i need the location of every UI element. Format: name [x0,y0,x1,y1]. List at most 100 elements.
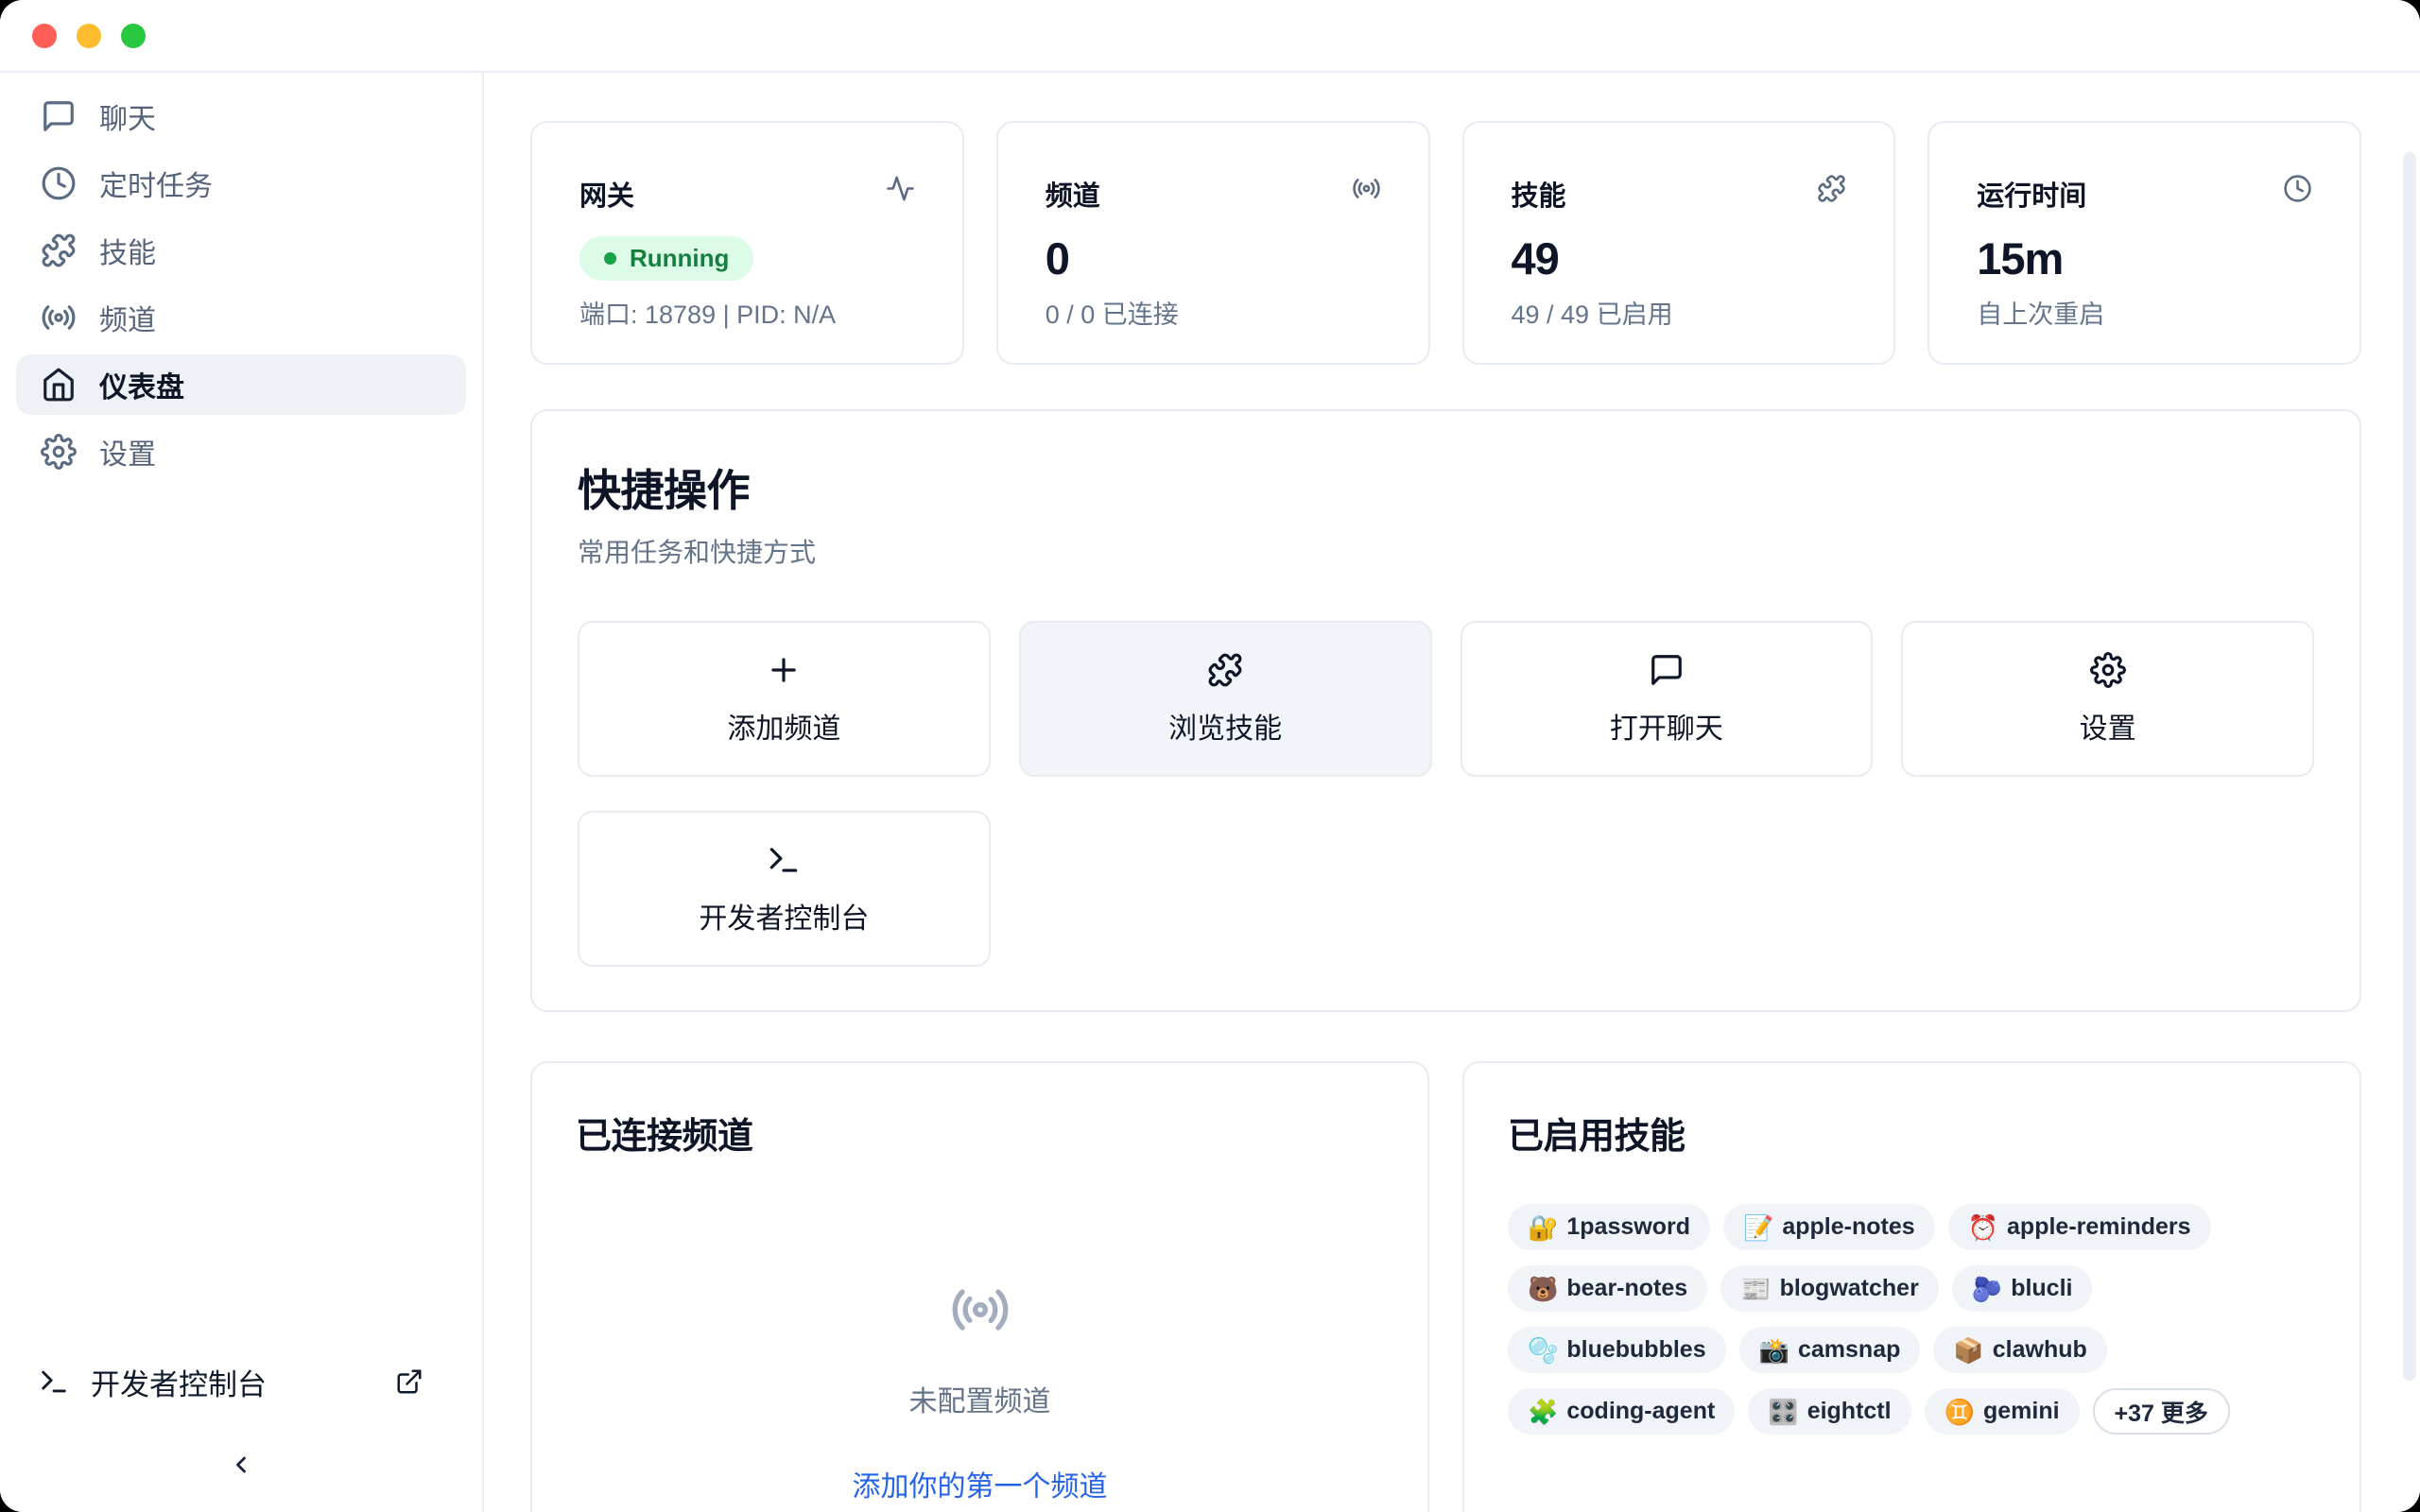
open-chat-button[interactable]: 打开聊天 [1461,621,1874,777]
skill-chip: 🧩coding-agent [1508,1388,1735,1435]
skill-emoji-icon: 📸 [1759,1338,1789,1363]
sidebar-footer: 开发者控制台 [0,1353,482,1512]
sidebar-item-label: 设置 [99,431,156,472]
radio-icon [950,1280,1011,1340]
gear-icon [41,434,77,470]
chevron-left-icon [228,1452,254,1478]
clock-icon [41,165,77,201]
puzzle-icon [1817,174,1846,203]
sidebar-item-scheduled-tasks[interactable]: 定时任务 [16,153,466,214]
app-window: 聊天 定时任务 技能 [0,0,2420,1512]
stat-card-uptime: 运行时间 15m 自上次重启 [1927,121,2361,365]
chat-icon [41,98,77,134]
skill-emoji-icon: 📦 [1953,1338,1983,1363]
stat-title: 技能 [1512,174,1566,214]
traffic-lights [32,24,146,48]
sidebar-item-skills[interactable]: 技能 [16,220,466,281]
sidebar-item-settings[interactable]: 设置 [16,421,466,482]
status-badge: Running [579,236,753,281]
stat-card-skills: 技能 49 49 / 49 已启用 [1462,121,1896,365]
skill-chip: ♊️gemini [1925,1388,2080,1435]
clock-icon [2283,174,2312,203]
sidebar-item-label: 仪表盘 [99,364,184,405]
skill-emoji-icon: 📰 [1740,1277,1771,1301]
sidebar-item-label: 定时任务 [99,163,213,204]
connected-channels-card: 已连接频道 未配置频道 添加你的第一个频道 [530,1061,1429,1512]
skill-chip: 🫐blucli [1952,1265,2093,1312]
quick-actions-grid: 添加频道 浏览技能 打开聊天 [578,621,2314,967]
more-skills-button[interactable]: +37 更多 [2093,1388,2230,1435]
stats-row: 网关 Running 端口: 18789 | PID: N/A 频道 [530,121,2361,365]
skill-chip: 📦clawhub [1933,1327,2106,1373]
bottom-row: 已连接频道 未配置频道 添加你的第一个频道 已启用技能 🔐1password 📝… [530,1061,2361,1512]
skill-emoji-icon: 🐻 [1528,1277,1558,1301]
quick-actions-subtitle: 常用任务和快捷方式 [578,532,2314,570]
quick-actions-card: 快捷操作 常用任务和快捷方式 添加频道 浏览技能 [530,409,2361,1012]
stat-title: 网关 [579,174,634,214]
browse-skills-button[interactable]: 浏览技能 [1019,621,1432,777]
skill-chip: 📸camsnap [1739,1327,1921,1373]
sidebar-item-label: 技能 [99,230,156,271]
activity-icon [886,174,915,203]
home-icon [41,367,77,403]
sidebar-collapse-button[interactable] [215,1442,268,1487]
skill-emoji-icon: 🧩 [1528,1400,1558,1424]
enabled-skills-card: 已启用技能 🔐1password 📝apple-notes ⏰apple-rem… [1462,1061,2361,1512]
connected-channels-title: 已连接频道 [576,1107,1384,1159]
skill-chip: ⏰apple-reminders [1948,1204,2211,1250]
terminal-icon [766,842,802,878]
skill-emoji-icon: 🫧 [1528,1338,1558,1363]
sidebar-item-label: 聊天 [99,95,156,137]
main-content: 网关 Running 端口: 18789 | PID: N/A 频道 [484,73,2420,1512]
stat-card-channels: 频道 0 0 / 0 已连接 [996,121,1430,365]
skill-emoji-icon: ⏰ [1968,1215,1998,1240]
chat-icon [1649,652,1685,688]
skill-chip: 🐻bear-notes [1508,1265,1707,1312]
skill-emoji-icon: 🔐 [1528,1215,1558,1240]
radio-icon [41,300,77,335]
stat-value: 15m [1977,232,2312,284]
developer-console-button[interactable]: 开发者控制台 [578,811,991,967]
zoom-button[interactable] [121,24,146,48]
skills-pill-list: 🔐1password 📝apple-notes ⏰apple-reminders… [1508,1204,2316,1435]
add-channel-button[interactable]: 添加频道 [578,621,991,777]
channels-empty-text: 未配置频道 [909,1378,1051,1419]
titlebar [0,0,2420,73]
skill-emoji-icon: ♊️ [1945,1400,1975,1424]
plus-icon [766,652,802,688]
skill-chip: 🔐1password [1508,1204,1710,1250]
sidebar-nav: 聊天 定时任务 技能 [0,73,482,1353]
sidebar-item-dashboard[interactable]: 仪表盘 [16,354,466,415]
sidebar-item-label: 频道 [99,297,156,338]
stat-detail: 端口: 18789 | PID: N/A [579,294,915,331]
skill-chip: 📰blogwatcher [1720,1265,1939,1312]
external-link-icon[interactable] [395,1367,424,1396]
radio-icon [1352,174,1381,203]
add-first-channel-link[interactable]: 添加你的第一个频道 [853,1463,1108,1504]
enabled-skills-title: 已启用技能 [1508,1107,2316,1159]
stat-detail: 49 / 49 已启用 [1512,294,1847,331]
stat-detail: 0 / 0 已连接 [1046,294,1381,331]
stat-detail: 自上次重启 [1977,294,2312,331]
skill-chip: 🫧bluebubbles [1508,1327,1726,1373]
skill-emoji-icon: 📝 [1743,1215,1773,1240]
close-button[interactable] [32,24,57,48]
sidebar-dev-console[interactable]: 开发者控制台 [38,1353,444,1410]
stat-value: 0 [1046,232,1381,284]
scrollbar-thumb[interactable] [2403,152,2416,1381]
sidebar-item-chat[interactable]: 聊天 [16,86,466,146]
quick-actions-title: 快捷操作 [578,456,2314,519]
stat-value: 49 [1512,232,1847,284]
settings-button[interactable]: 设置 [1901,621,2314,777]
stat-title: 频道 [1046,174,1100,214]
sidebar-item-channels[interactable]: 频道 [16,287,466,348]
minimize-button[interactable] [77,24,101,48]
skill-emoji-icon: 🫐 [1972,1277,2002,1301]
status-dot-icon [604,252,616,265]
skill-chip: 🎛️eightctl [1748,1388,1910,1435]
terminal-icon [38,1366,70,1398]
skill-emoji-icon: 🎛️ [1768,1400,1798,1424]
puzzle-icon [41,232,77,268]
gear-icon [2090,652,2126,688]
sidebar: 聊天 定时任务 技能 [0,73,484,1512]
